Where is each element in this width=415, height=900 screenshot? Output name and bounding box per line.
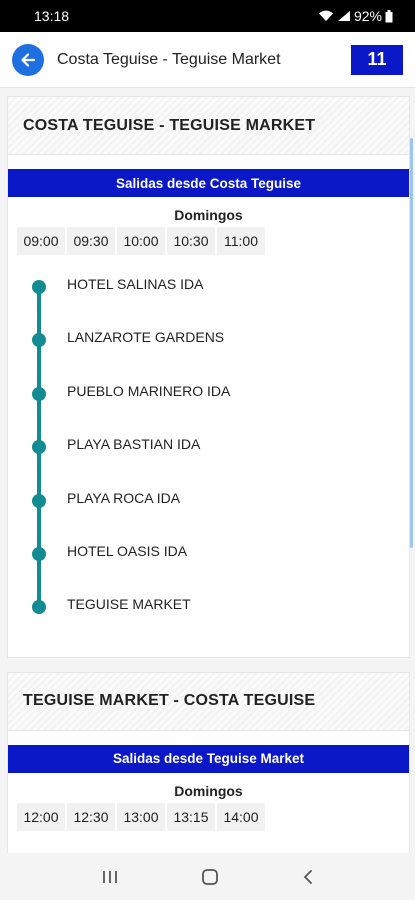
stop-item[interactable]: HOTEL OASIS IDA bbox=[8, 540, 409, 593]
stop-timeline: HOTEL SALINAS IDA LANZAROTE GARDENS PUEBLO… bbox=[8, 273, 409, 647]
route-heading: TEGUISE MARKET - COSTA TEGUISE bbox=[8, 672, 409, 731]
stop-dot-icon bbox=[32, 493, 46, 508]
stop-item[interactable]: HOTEL SALINAS IDA bbox=[8, 273, 409, 326]
stop-name: HOTEL SALINAS IDA bbox=[67, 276, 204, 292]
scrollbar[interactable] bbox=[410, 138, 413, 548]
arrow-left-icon bbox=[21, 52, 36, 67]
schedule-day: Domingos bbox=[174, 782, 243, 799]
system-nav-bar bbox=[0, 853, 415, 900]
route-body: Salidas desde Costa Teguise Domingos 09:00… bbox=[8, 155, 409, 657]
departure-time[interactable]: 12:00 bbox=[17, 802, 65, 831]
departure-times: 12:00 12:30 13:00 13:15 14:00 bbox=[8, 802, 409, 831]
departure-time[interactable]: 10:30 bbox=[167, 227, 215, 255]
stop-name: LANZAROTE GARDENS bbox=[67, 329, 225, 346]
signal-icon bbox=[337, 11, 350, 21]
stop-item[interactable]: PLAYA ROCA IDA bbox=[8, 487, 409, 540]
recents-icon[interactable] bbox=[101, 869, 119, 885]
departure-time[interactable]: 14:00 bbox=[217, 802, 265, 831]
departure-time[interactable]: 09:00 bbox=[17, 227, 65, 255]
stop-item[interactable]: LANZAROTE GARDENS bbox=[8, 326, 409, 379]
stop-name: HOTEL OASIS IDA bbox=[67, 542, 188, 559]
schedule-day: Domingos bbox=[174, 207, 243, 223]
route-body: Salidas desde Teguise Market Domingos 12:0… bbox=[8, 731, 409, 853]
stop-name: TEGUISE MARKET bbox=[67, 596, 191, 613]
wifi-icon bbox=[318, 10, 333, 21]
departures-header: Salidas desde Teguise Market bbox=[8, 744, 409, 773]
back-button[interactable] bbox=[12, 43, 44, 76]
departure-time[interactable]: 10:00 bbox=[117, 227, 165, 255]
status-time: 13:18 bbox=[34, 8, 70, 24]
stop-dot-icon bbox=[32, 440, 46, 455]
stop-item[interactable]: PUEBLO MARINERO IDA bbox=[8, 380, 409, 433]
route-card: TEGUISE MARKET - COSTA TEGUISE Salidas de… bbox=[7, 671, 410, 853]
chevron-left-icon[interactable] bbox=[301, 868, 315, 886]
stop-dot-icon bbox=[32, 600, 46, 615]
status-bar: 13:18 92% bbox=[0, 0, 415, 32]
departure-times: 09:00 09:30 10:00 10:30 11:00 bbox=[8, 227, 409, 255]
stop-name: PUEBLO MARINERO IDA bbox=[67, 382, 231, 399]
stop-item[interactable]: TEGUISE MARKET bbox=[8, 593, 409, 646]
home-icon[interactable] bbox=[200, 867, 220, 887]
departure-time[interactable]: 12:30 bbox=[67, 802, 115, 831]
stop-name: PLAYA BASTIAN IDA bbox=[67, 436, 201, 453]
status-icons: 92% bbox=[318, 8, 393, 24]
route-number-badge: 11 bbox=[351, 44, 403, 75]
departure-time[interactable]: 13:15 bbox=[167, 802, 215, 831]
page-title: Costa Teguise - Teguise Market bbox=[57, 50, 281, 68]
departures-header: Salidas desde Costa Teguise bbox=[8, 169, 409, 197]
stop-dot-icon bbox=[32, 546, 46, 561]
route-content[interactable]: COSTA TEGUISE - TEGUISE MARKET Salidas de… bbox=[0, 88, 415, 853]
app-bar: Costa Teguise - Teguise Market 11 bbox=[0, 32, 415, 88]
route-heading: COSTA TEGUISE - TEGUISE MARKET bbox=[8, 97, 409, 155]
departure-time[interactable]: 13:00 bbox=[117, 802, 165, 831]
stop-dot-icon bbox=[32, 333, 46, 348]
stop-name: PLAYA ROCA IDA bbox=[67, 489, 181, 506]
departure-time[interactable]: 09:30 bbox=[67, 227, 115, 255]
stop-dot-icon bbox=[32, 280, 46, 294]
battery-percent: 92% bbox=[353, 8, 382, 24]
battery-icon bbox=[385, 9, 393, 22]
stop-item[interactable]: PLAYA BASTIAN IDA bbox=[8, 433, 409, 486]
departure-time[interactable]: 11:00 bbox=[217, 227, 265, 255]
stop-dot-icon bbox=[32, 386, 46, 401]
route-card: COSTA TEGUISE - TEGUISE MARKET Salidas de… bbox=[7, 96, 410, 658]
